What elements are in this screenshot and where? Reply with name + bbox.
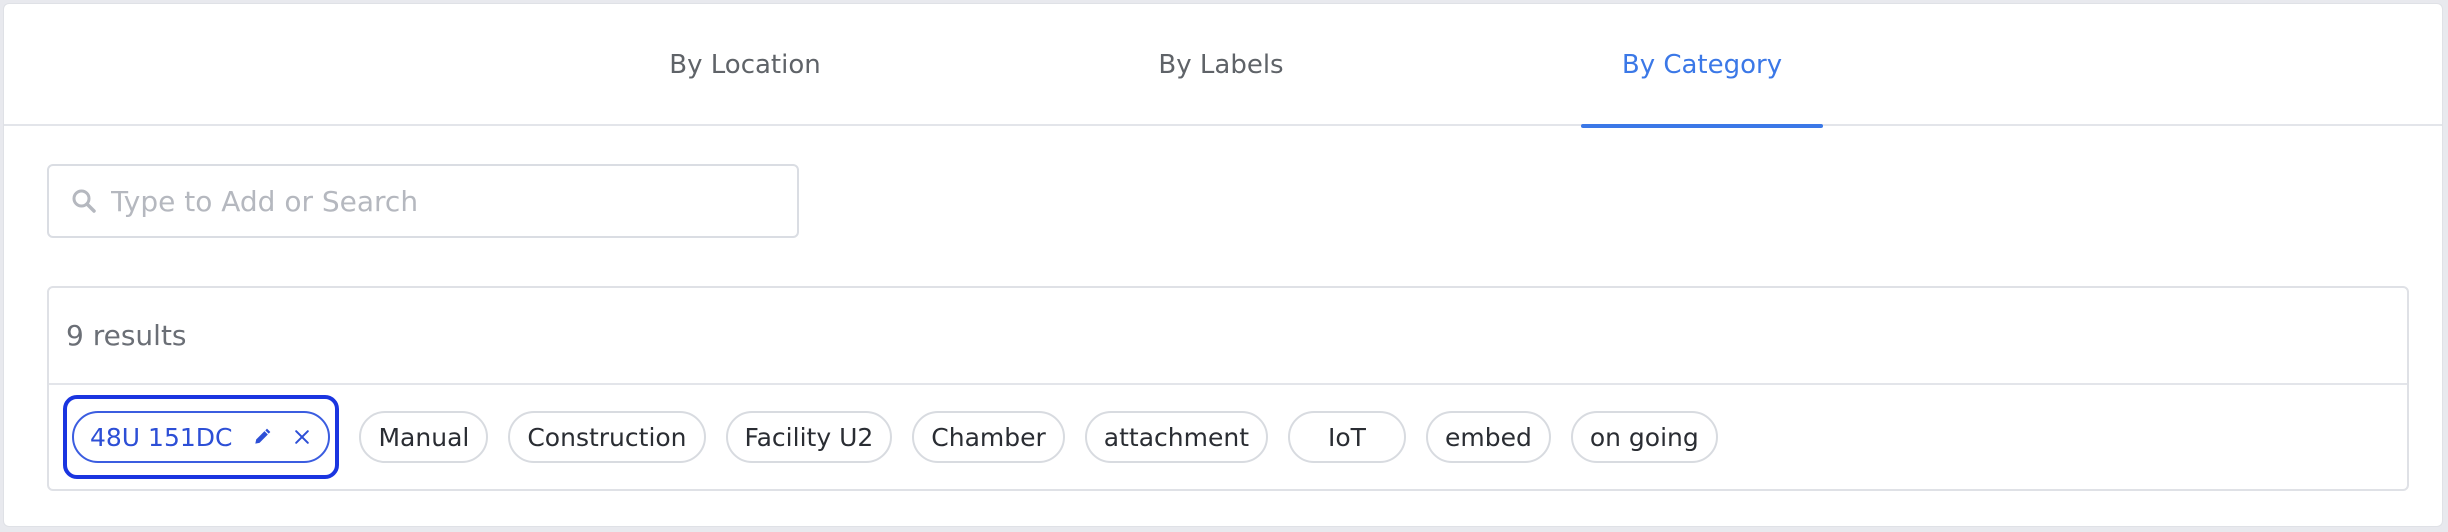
close-icon[interactable] xyxy=(292,427,312,447)
results-box: 9 results 48U 151DC Manual Construction … xyxy=(47,286,2409,491)
chip-construction[interactable]: Construction xyxy=(508,411,706,463)
chip-embed[interactable]: embed xyxy=(1425,411,1551,463)
search-field[interactable] xyxy=(47,164,799,238)
chip-iot[interactable]: IoT xyxy=(1288,411,1406,463)
tab-label: By Location xyxy=(669,50,821,80)
search-icon xyxy=(69,186,99,216)
results-count: 9 results xyxy=(66,319,187,352)
tab-bar: By Location By Labels By Category xyxy=(4,4,2442,128)
selected-chip-highlight: 48U 151DC xyxy=(63,395,340,479)
chip-on-going[interactable]: on going xyxy=(1570,411,1718,463)
chip-facility-u2[interactable]: Facility U2 xyxy=(725,411,893,463)
chip-manual[interactable]: Manual xyxy=(359,411,489,463)
tab-by-location[interactable]: By Location xyxy=(614,4,876,126)
category-panel: By Location By Labels By Category 9 resu… xyxy=(3,3,2443,527)
results-divider xyxy=(49,383,2407,385)
tab-by-category[interactable]: By Category xyxy=(1581,4,1823,128)
chip-attachment[interactable]: attachment xyxy=(1084,411,1269,463)
chip-chamber[interactable]: Chamber xyxy=(912,411,1065,463)
tab-label: By Category xyxy=(1621,50,1783,80)
chip-label: 48U 151DC xyxy=(90,422,233,452)
tab-label: By Labels xyxy=(1158,50,1284,80)
tab-by-labels[interactable]: By Labels xyxy=(1100,4,1342,126)
chip-selected[interactable]: 48U 151DC xyxy=(72,411,331,463)
search-input[interactable] xyxy=(109,170,797,232)
edit-icon[interactable] xyxy=(252,427,272,447)
chip-list: 48U 151DC Manual Construction Facility U… xyxy=(63,395,1718,479)
